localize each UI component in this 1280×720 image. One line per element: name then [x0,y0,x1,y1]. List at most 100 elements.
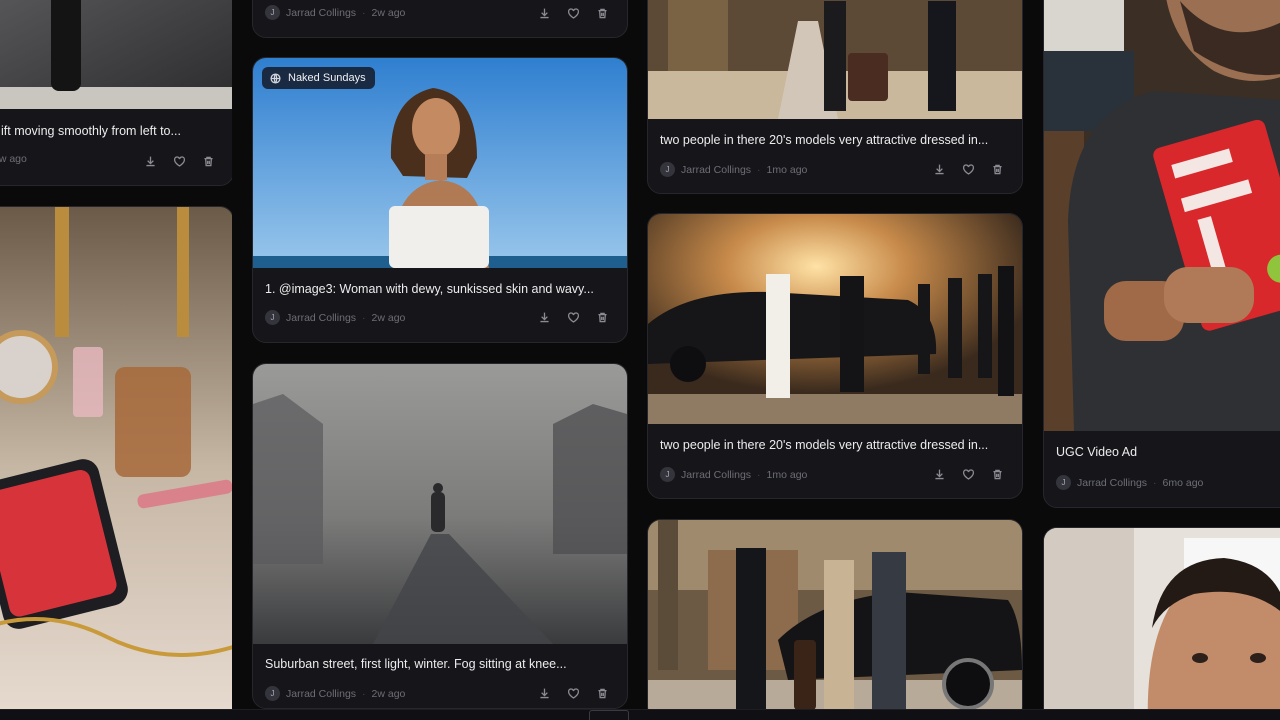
card-media[interactable] [1044,528,1280,720]
delete-button[interactable] [989,161,1006,178]
delete-button[interactable] [200,153,217,170]
avatar: J [265,310,280,325]
download-button[interactable] [536,309,553,326]
post-time: 2w ago [371,687,406,700]
card-caption: two people in there 20's models very att… [660,438,989,452]
heart-icon [962,469,975,480]
gallery-column-2: J Jarrad Collings · 2w ago Naked Sundays… [252,0,628,720]
like-button[interactable] [960,161,977,178]
heart-icon [962,164,975,175]
card-actions [536,5,611,22]
trash-icon [598,688,607,699]
delete-button[interactable] [594,309,611,326]
trash-icon [598,8,607,19]
meta-separator: · [757,468,761,481]
project-tag[interactable]: Naked Sundays [262,67,375,89]
media-card[interactable]: J Jarrad Collings · 2w ago [252,0,628,38]
heart-icon [567,312,580,323]
download-button[interactable] [931,161,948,178]
media-card[interactable] [0,206,232,720]
avatar: J [1056,475,1071,490]
card-image [0,0,232,109]
card-media[interactable] [0,0,232,109]
download-button[interactable] [142,153,159,170]
download-icon [540,8,549,19]
author-name: Jarrad Collings [681,163,752,176]
card-actions [536,309,611,326]
heart-icon [173,156,186,167]
delete-button[interactable] [594,685,611,702]
card-media[interactable] [648,214,1022,424]
trash-icon [993,469,1002,480]
meta-separator: · [757,163,761,176]
media-card[interactable] [1043,527,1280,720]
author-name: Jarrad Collings [1077,476,1148,489]
card-meta: J Jarrad Collings · 1mo ago [660,162,807,177]
card-image [1044,528,1280,720]
like-button[interactable] [565,5,582,22]
media-card[interactable] [647,519,1023,720]
card-image [0,207,232,720]
card-image [1044,0,1280,431]
post-time: 2w ago [0,153,27,165]
card-media[interactable] [0,207,232,720]
card-meta: J Jarrad Collings · 1mo ago [660,467,807,482]
bottom-bar [0,709,1280,720]
card-media[interactable] [1044,0,1280,431]
post-time: 2w ago [371,311,406,324]
post-time: 6mo ago [1162,476,1204,489]
avatar: J [265,5,280,20]
globe-icon [270,72,281,84]
heart-icon [567,688,580,699]
media-card[interactable]: two people in there 20's models very att… [647,213,1023,499]
like-button[interactable] [171,153,188,170]
gallery-column-4: UGC Video Ad J Jarrad Collings · 6mo ago [1043,0,1280,720]
download-icon [935,469,944,480]
download-icon [146,156,155,167]
media-card[interactable]: ift moving smoothly from left to... 2w a… [0,0,232,186]
heart-icon [567,8,580,19]
trash-icon [204,156,213,167]
like-button[interactable] [565,309,582,326]
card-actions [536,685,611,702]
avatar: J [265,686,280,701]
card-caption: UGC Video Ad [1056,445,1138,459]
media-card[interactable]: two people in there 20's models very att… [647,0,1023,194]
media-card[interactable]: Suburban street, first light, winter. Fo… [252,363,628,709]
meta-separator: · [362,311,366,324]
post-time: 2w ago [371,6,406,19]
card-caption: 1. @image3: Woman with dewy, sunkissed s… [265,282,594,296]
card-image [648,520,1022,720]
media-card[interactable]: Naked Sundays 1. @image3: Woman with dew… [252,57,628,343]
card-meta: J Jarrad Collings · 6mo ago [1056,475,1203,490]
card-meta: J Jarrad Collings · 2w ago [265,5,405,20]
card-image [648,0,1022,119]
delete-button[interactable] [989,466,1006,483]
card-image [253,364,627,644]
author-name: Jarrad Collings [681,468,752,481]
gallery-column-3: two people in there 20's models very att… [647,0,1023,720]
bottom-panel-handle[interactable] [589,710,629,720]
avatar: J [660,162,675,177]
meta-separator: · [1153,476,1157,489]
card-meta: J Jarrad Collings · 2w ago [265,686,405,701]
post-time: 1mo ago [766,163,808,176]
download-icon [935,164,944,175]
media-card[interactable]: UGC Video Ad J Jarrad Collings · 6mo ago [1043,0,1280,508]
like-button[interactable] [565,685,582,702]
like-button[interactable] [960,466,977,483]
download-button[interactable] [536,5,553,22]
card-caption: Suburban street, first light, winter. Fo… [265,657,567,671]
gallery-column-1: ift moving smoothly from left to... 2w a… [0,0,232,720]
card-image [648,214,1022,424]
download-icon [540,312,549,323]
card-media[interactable] [648,520,1022,720]
card-media[interactable] [253,58,627,268]
download-button[interactable] [536,685,553,702]
author-name: Jarrad Collings [286,311,357,324]
card-media[interactable] [648,0,1022,119]
download-button[interactable] [931,466,948,483]
delete-button[interactable] [594,5,611,22]
trash-icon [993,164,1002,175]
card-media[interactable] [253,364,627,644]
